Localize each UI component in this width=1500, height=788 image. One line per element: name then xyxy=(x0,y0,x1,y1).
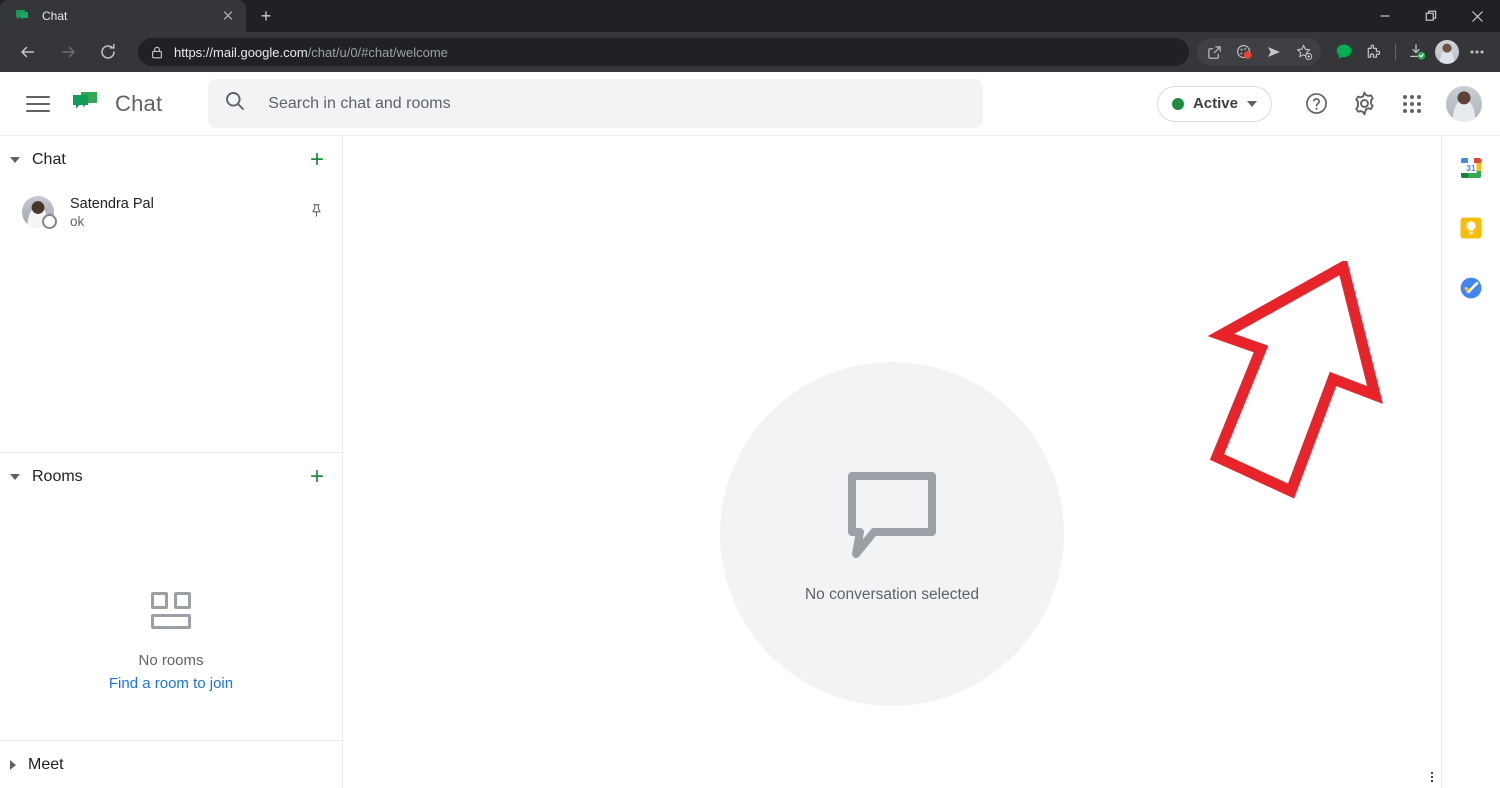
chevron-down-icon xyxy=(1247,100,1257,107)
status-dot-icon xyxy=(1171,97,1184,110)
google-apps-grid-icon[interactable] xyxy=(1388,80,1436,128)
triangle-down-icon[interactable] xyxy=(10,157,20,163)
chat-bubble-outline-icon xyxy=(840,464,944,568)
browser-tab[interactable]: Chat ✕ xyxy=(0,0,246,32)
app-header: Chat Search in chat and rooms Active xyxy=(0,72,1500,136)
forward-arrow-icon[interactable] xyxy=(53,37,83,67)
back-arrow-icon[interactable] xyxy=(13,37,43,67)
conversation-preview: ok xyxy=(70,213,85,229)
toolbar-divider xyxy=(1395,43,1396,61)
empty-state: No conversation selected xyxy=(720,362,1064,706)
rooms-empty-text: No rooms xyxy=(138,652,204,669)
three-dot-menu-icon[interactable] xyxy=(1462,38,1492,66)
share-box-icon[interactable] xyxy=(1199,38,1229,66)
url-text: https://mail.google.com/chat/u/0/#chat/w… xyxy=(174,45,448,60)
google-chat-favicon-icon xyxy=(14,8,30,24)
close-icon[interactable] xyxy=(1454,0,1500,32)
green-bubble-extension-icon[interactable] xyxy=(1329,38,1359,66)
browser-toolbar: https://mail.google.com/chat/u/0/#chat/w… xyxy=(0,32,1500,72)
left-sidebar: Chat + Satendra Pal ok Rooms + No rooms … xyxy=(0,136,343,788)
tab-strip: Chat ✕ + xyxy=(0,0,1500,32)
conversation-text: Satendra Pal ok xyxy=(70,196,154,229)
cookie-blocked-icon[interactable] xyxy=(1229,38,1259,66)
google-chat-app: Chat Search in chat and rooms Active Cha… xyxy=(0,72,1500,788)
account-avatar-icon[interactable] xyxy=(1446,85,1482,122)
triangle-down-icon[interactable] xyxy=(10,473,20,480)
meet-section-title: Meet xyxy=(28,755,64,773)
add-room-plus-icon[interactable]: + xyxy=(310,464,324,489)
google-calendar-icon[interactable]: 31 xyxy=(1459,156,1483,180)
profile-avatar-icon[interactable] xyxy=(1432,38,1462,66)
search-placeholder: Search in chat and rooms xyxy=(268,94,451,112)
status-label: Active xyxy=(1192,95,1238,112)
extension-group xyxy=(1197,38,1321,66)
header-actions: Active xyxy=(1156,80,1500,128)
app-body: Chat + Satendra Pal ok Rooms + No rooms … xyxy=(0,136,1500,788)
address-bar[interactable]: https://mail.google.com/chat/u/0/#chat/w… xyxy=(138,38,1189,66)
lock-icon xyxy=(148,43,166,61)
reload-icon[interactable] xyxy=(93,37,123,67)
svg-text:31: 31 xyxy=(1466,163,1476,173)
tab-title: Chat xyxy=(42,9,68,23)
puzzle-extension-icon[interactable] xyxy=(1359,38,1389,66)
rooms-empty-state: No rooms Find a room to join xyxy=(0,500,342,740)
rooms-grid-icon xyxy=(148,592,194,632)
rooms-section-title: Rooms xyxy=(32,467,83,485)
app-brand-title: Chat xyxy=(115,90,163,116)
google-tasks-icon[interactable] xyxy=(1459,276,1483,300)
help-circle-icon[interactable] xyxy=(1292,80,1340,128)
meet-section-header[interactable]: Meet xyxy=(0,740,342,788)
avatar xyxy=(1435,40,1459,64)
conversation-name: Satendra Pal xyxy=(70,195,154,212)
rooms-section-header[interactable]: Rooms + xyxy=(0,452,342,500)
google-chat-logo-icon xyxy=(70,89,100,119)
google-keep-icon[interactable] xyxy=(1459,216,1483,240)
search-input[interactable]: Search in chat and rooms xyxy=(208,79,984,128)
pin-icon[interactable] xyxy=(309,203,324,222)
hamburger-menu-icon[interactable] xyxy=(26,92,50,116)
chat-section-title: Chat xyxy=(32,151,66,168)
url-path: /chat/u/0/#chat/welcome xyxy=(307,44,448,60)
new-tab-button[interactable]: + xyxy=(252,2,280,30)
list-item[interactable]: Satendra Pal ok xyxy=(0,184,342,240)
main-pane: No conversation selected xyxy=(343,136,1441,788)
download-complete-icon[interactable] xyxy=(1402,38,1432,66)
chat-list-spacer xyxy=(0,240,342,452)
url-domain: https://mail.google.com xyxy=(174,44,308,60)
find-room-link[interactable]: Find a room to join xyxy=(109,675,233,692)
minimize-icon[interactable] xyxy=(1362,0,1408,32)
window-controls xyxy=(1362,0,1500,32)
empty-state-circle: No conversation selected xyxy=(720,362,1064,706)
right-side-rail: 31 xyxy=(1441,136,1500,788)
gear-settings-icon[interactable] xyxy=(1340,80,1388,128)
send-paper-plane-icon[interactable] xyxy=(1259,38,1289,66)
tab-close-icon[interactable]: ✕ xyxy=(220,8,236,24)
restore-icon[interactable] xyxy=(1408,0,1454,32)
triangle-right-icon[interactable] xyxy=(10,759,16,770)
contact-avatar-icon xyxy=(22,196,57,229)
browser-window: Chat ✕ + https://mail.google.com/chat/u/… xyxy=(0,0,1500,788)
chat-section-header[interactable]: Chat + xyxy=(0,136,342,184)
search-icon xyxy=(224,90,246,117)
status-selector[interactable]: Active xyxy=(1156,85,1272,122)
add-chat-plus-icon[interactable]: + xyxy=(310,148,324,172)
overflow-dots-icon[interactable] xyxy=(1431,772,1433,782)
empty-state-text: No conversation selected xyxy=(804,586,980,603)
add-bookmark-star-icon[interactable] xyxy=(1289,38,1319,66)
